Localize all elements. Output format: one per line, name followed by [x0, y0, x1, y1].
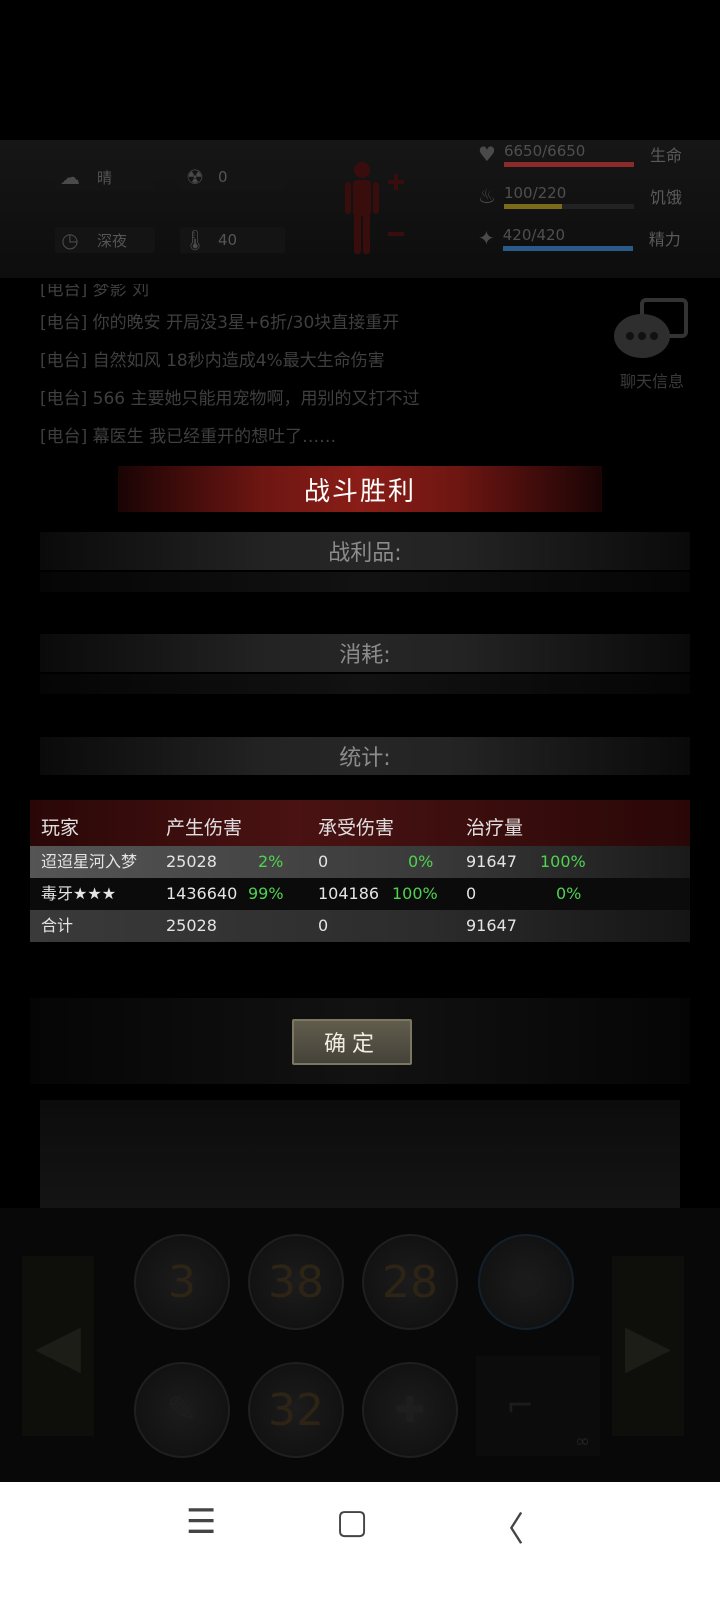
- chevron-left-icon: ◀: [34, 1311, 82, 1381]
- energy-label: 精力: [648, 230, 681, 249]
- hunger-fill: [503, 203, 563, 209]
- skill-syringe[interactable]: ✎: [134, 1362, 230, 1458]
- skill-fire[interactable]: 32: [248, 1362, 344, 1458]
- heal-value: 0: [466, 884, 477, 903]
- confirm-button[interactable]: 确定: [292, 1019, 412, 1065]
- ammo-count: ∞: [575, 1431, 590, 1452]
- consume-header: 消耗:: [40, 634, 690, 672]
- taken-pct: 100%: [392, 884, 438, 903]
- home-icon[interactable]: ▢: [336, 1502, 368, 1542]
- next-page-button[interactable]: ▶: [612, 1256, 684, 1436]
- victory-banner: 战斗胜利: [118, 466, 602, 512]
- hp-bar: ♥ 6650/6650 生命: [478, 136, 698, 172]
- consume-list: [40, 674, 690, 694]
- chat-line: [电台] 幕医生 我已经重开的想吐了……: [40, 427, 337, 447]
- heal-value: 91647: [466, 852, 517, 871]
- body-status-figure[interactable]: [342, 158, 408, 258]
- dealt-value: 25028: [166, 852, 217, 871]
- total-label: 合计: [41, 916, 74, 935]
- brain-icon: ✦: [478, 226, 495, 250]
- chat-log[interactable]: [电台] 梦影 刘 [电台] 你的晚安 开局没3星+6折/30块直接重开 [电台…: [40, 284, 600, 456]
- col-heal: 治疗量: [466, 817, 524, 839]
- taken-pct: 0%: [408, 852, 434, 871]
- consume-label: 消耗:: [339, 643, 391, 668]
- menu-icon[interactable]: ☰: [186, 1502, 216, 1542]
- heal-pct: 0%: [556, 884, 582, 903]
- loot-header: 战利品:: [40, 532, 690, 570]
- col-taken: 承受伤害: [318, 817, 395, 839]
- back-icon[interactable]: 〈: [490, 1502, 524, 1551]
- dealt-pct: 99%: [248, 884, 284, 903]
- cooldown-count: 3: [168, 1256, 196, 1308]
- radiation-icon: ☢: [186, 165, 204, 189]
- skill-pet-heal[interactable]: ✚: [362, 1362, 458, 1458]
- dealt-pct: 2%: [258, 852, 284, 871]
- temperature-value: 40: [218, 231, 238, 249]
- col-dealt: 产生伤害: [166, 817, 243, 839]
- cooldown-count: 32: [268, 1384, 324, 1436]
- energy-fill: [502, 245, 633, 251]
- chat-line: [电台] 梦影 刘: [40, 284, 150, 300]
- temperature-chip: 🌡 40: [180, 227, 285, 253]
- stats-label: 统计:: [339, 746, 391, 771]
- stomach-icon: ♨: [478, 184, 496, 208]
- radiation-value: 0: [218, 168, 228, 186]
- skill-frost[interactable]: 28: [362, 1234, 458, 1330]
- chat-info-button[interactable]: 聊天信息: [612, 296, 692, 392]
- hunger-bar: ♨ 100/220 饥饿: [478, 178, 698, 214]
- stats-header: 统计:: [40, 737, 690, 775]
- crosshair-icon: ⊕: [507, 1256, 545, 1308]
- syringe-icon: ✎: [166, 1389, 198, 1431]
- hunger-value: 100/220: [503, 183, 567, 202]
- total-heal: 91647: [466, 916, 517, 935]
- hp-fill: [503, 161, 634, 167]
- heart-icon: ♥: [478, 142, 496, 166]
- dealt-value: 1436640: [166, 884, 238, 903]
- revolver-icon: ⌐: [506, 1386, 535, 1426]
- prev-page-button[interactable]: ◀: [22, 1256, 94, 1436]
- taken-value: 104186: [318, 884, 380, 903]
- weather-chip: ☁ 晴: [55, 164, 155, 190]
- total-dealt: 25028: [166, 916, 217, 935]
- hunger-label: 饥饿: [649, 188, 682, 207]
- radiation-chip: ☢ 0: [180, 164, 285, 190]
- chat-info-label: 聊天信息: [619, 372, 684, 391]
- game-scene: [40, 1100, 680, 1208]
- taken-value: 0: [318, 852, 329, 871]
- hp-value: 6650/6650: [503, 141, 586, 160]
- chat-line: [电台] 566 主要她只能用宠物啊，用别的又打不过: [40, 389, 420, 409]
- clock-icon: ◷: [61, 228, 79, 252]
- chevron-right-icon: ▶: [624, 1311, 672, 1381]
- human-body-icon: [345, 162, 404, 254]
- total-taken: 0: [318, 916, 329, 935]
- chat-line: [电台] 你的晚安 开局没3星+6折/30块直接重开: [40, 313, 400, 333]
- cloud-sun-icon: ☁: [60, 165, 80, 189]
- skill-crosshair[interactable]: ⊕: [478, 1234, 574, 1330]
- heal-pct: 100%: [540, 852, 586, 871]
- dog-icon: ✚: [394, 1389, 426, 1431]
- time-value: 深夜: [97, 231, 128, 250]
- table-total-row: [30, 910, 690, 942]
- player-name: 迢迢星河入梦: [41, 852, 138, 871]
- hp-label: 生命: [649, 146, 682, 165]
- chat-line: [电台] 自然如风 18秒内造成4%最大生命伤害: [40, 351, 385, 371]
- time-chip: ◷ 深夜: [55, 227, 155, 253]
- skill-target[interactable]: 38: [248, 1234, 344, 1330]
- system-nav-bar: ☰ ▢ 〈: [0, 1482, 720, 1600]
- weather-value: 晴: [97, 168, 113, 187]
- energy-bar: ✦ 420/420 精力: [478, 220, 698, 256]
- player-name: 毒牙★★★: [41, 884, 117, 903]
- loot-label: 战利品:: [328, 541, 402, 566]
- col-player: 玩家: [41, 817, 80, 839]
- weapon-slot[interactable]: ⌐ ∞: [476, 1356, 600, 1456]
- cooldown-count: 38: [268, 1256, 324, 1308]
- thermometer-icon: 🌡: [182, 228, 208, 252]
- loot-list: [40, 572, 690, 592]
- victory-title: 战斗胜利: [303, 476, 416, 507]
- cooldown-count: 28: [382, 1256, 438, 1308]
- chat-bubble-icon: [614, 298, 688, 358]
- energy-value: 420/420: [502, 225, 566, 244]
- skill-shield[interactable]: 3: [134, 1234, 230, 1330]
